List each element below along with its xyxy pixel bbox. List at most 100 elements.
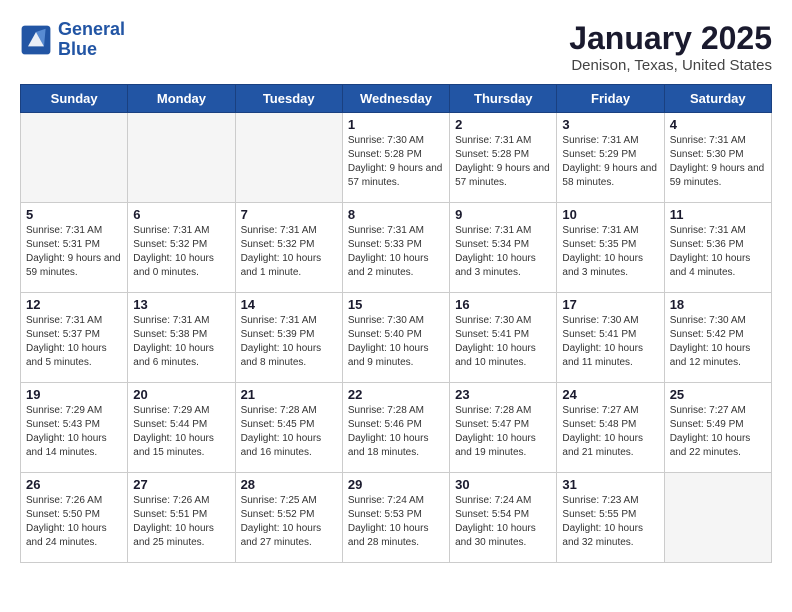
day-cell: 29 Sunrise: 7:24 AM Sunset: 5:53 PM Dayli… bbox=[342, 473, 449, 563]
day-info: Sunrise: 7:28 AM Sunset: 5:45 PM Dayligh… bbox=[241, 404, 337, 460]
day-number: 26 bbox=[26, 477, 122, 492]
day-info: Sunrise: 7:31 AM Sunset: 5:32 PM Dayligh… bbox=[241, 224, 337, 280]
week-row-1: 1 Sunrise: 7:30 AM Sunset: 5:28 PM Daylig… bbox=[21, 113, 772, 203]
logo-text: General Blue bbox=[58, 20, 125, 60]
day-info: Sunrise: 7:31 AM Sunset: 5:37 PM Dayligh… bbox=[26, 314, 122, 370]
day-cell bbox=[235, 113, 342, 203]
day-cell: 11 Sunrise: 7:31 AM Sunset: 5:36 PM Dayli… bbox=[664, 203, 771, 293]
day-number: 10 bbox=[562, 207, 658, 222]
day-cell: 16Sunrise: 7:30 AM Sunset: 5:41 PM Dayli… bbox=[450, 293, 557, 383]
week-row-5: 26Sunrise: 7:26 AM Sunset: 5:50 PM Dayli… bbox=[21, 473, 772, 563]
day-cell bbox=[128, 113, 235, 203]
day-number: 8 bbox=[348, 207, 444, 222]
day-info: Sunrise: 7:31 AM Sunset: 5:30 PM Dayligh… bbox=[670, 134, 766, 190]
logo: General Blue bbox=[20, 20, 125, 60]
logo-icon bbox=[20, 24, 52, 56]
day-cell: 19 Sunrise: 7:29 AM Sunset: 5:43 PM Dayli… bbox=[21, 383, 128, 473]
day-info: Sunrise: 7:25 AM Sunset: 5:52 PM Dayligh… bbox=[241, 494, 337, 550]
title-block: January 2025 Denison, Texas, United Stat… bbox=[569, 20, 772, 74]
day-cell: 3 Sunrise: 7:31 AM Sunset: 5:29 PM Daylig… bbox=[557, 113, 664, 203]
day-cell: 15Sunrise: 7:30 AM Sunset: 5:40 PM Dayli… bbox=[342, 293, 449, 383]
day-number: 20 bbox=[133, 387, 229, 402]
day-info: Sunrise: 7:31 AM Sunset: 5:33 PM Dayligh… bbox=[348, 224, 444, 280]
day-info: Sunrise: 7:31 AM Sunset: 5:29 PM Dayligh… bbox=[562, 134, 658, 190]
day-cell: 26Sunrise: 7:26 AM Sunset: 5:50 PM Dayli… bbox=[21, 473, 128, 563]
day-cell: 5Sunrise: 7:31 AM Sunset: 5:31 PM Daylig… bbox=[21, 203, 128, 293]
day-cell: 30 Sunrise: 7:24 AM Sunset: 5:54 PM Dayli… bbox=[450, 473, 557, 563]
day-number: 22 bbox=[348, 387, 444, 402]
day-info: Sunrise: 7:27 AM Sunset: 5:48 PM Dayligh… bbox=[562, 404, 658, 460]
day-info: Sunrise: 7:31 AM Sunset: 5:39 PM Dayligh… bbox=[241, 314, 337, 370]
week-row-4: 19 Sunrise: 7:29 AM Sunset: 5:43 PM Dayli… bbox=[21, 383, 772, 473]
day-info: Sunrise: 7:23 AM Sunset: 5:55 PM Dayligh… bbox=[562, 494, 658, 550]
day-header-friday: Friday bbox=[557, 85, 664, 113]
day-number: 2 bbox=[455, 117, 551, 132]
day-cell: 28 Sunrise: 7:25 AM Sunset: 5:52 PM Dayli… bbox=[235, 473, 342, 563]
day-info: Sunrise: 7:31 AM Sunset: 5:35 PM Dayligh… bbox=[562, 224, 658, 280]
day-cell: 23Sunrise: 7:28 AM Sunset: 5:47 PM Dayli… bbox=[450, 383, 557, 473]
day-number: 21 bbox=[241, 387, 337, 402]
day-number: 30 bbox=[455, 477, 551, 492]
day-number: 19 bbox=[26, 387, 122, 402]
day-cell: 20Sunrise: 7:29 AM Sunset: 5:44 PM Dayli… bbox=[128, 383, 235, 473]
logo-line1: General bbox=[58, 19, 125, 39]
day-number: 12 bbox=[26, 297, 122, 312]
day-cell: 31Sunrise: 7:23 AM Sunset: 5:55 PM Dayli… bbox=[557, 473, 664, 563]
day-number: 23 bbox=[455, 387, 551, 402]
day-info: Sunrise: 7:27 AM Sunset: 5:49 PM Dayligh… bbox=[670, 404, 766, 460]
day-header-wednesday: Wednesday bbox=[342, 85, 449, 113]
day-cell: 18 Sunrise: 7:30 AM Sunset: 5:42 PM Dayli… bbox=[664, 293, 771, 383]
day-number: 3 bbox=[562, 117, 658, 132]
day-cell: 13Sunrise: 7:31 AM Sunset: 5:38 PM Dayli… bbox=[128, 293, 235, 383]
day-header-thursday: Thursday bbox=[450, 85, 557, 113]
calendar-subtitle: Denison, Texas, United States bbox=[569, 57, 772, 74]
calendar-table: SundayMondayTuesdayWednesdayThursdayFrid… bbox=[20, 84, 772, 563]
day-info: Sunrise: 7:24 AM Sunset: 5:54 PM Dayligh… bbox=[455, 494, 551, 550]
day-header-saturday: Saturday bbox=[664, 85, 771, 113]
days-header-row: SundayMondayTuesdayWednesdayThursdayFrid… bbox=[21, 85, 772, 113]
day-number: 17 bbox=[562, 297, 658, 312]
day-info: Sunrise: 7:28 AM Sunset: 5:46 PM Dayligh… bbox=[348, 404, 444, 460]
day-cell: 1 Sunrise: 7:30 AM Sunset: 5:28 PM Daylig… bbox=[342, 113, 449, 203]
day-number: 1 bbox=[348, 117, 444, 132]
day-cell: 22 Sunrise: 7:28 AM Sunset: 5:46 PM Dayli… bbox=[342, 383, 449, 473]
day-info: Sunrise: 7:26 AM Sunset: 5:51 PM Dayligh… bbox=[133, 494, 229, 550]
day-info: Sunrise: 7:30 AM Sunset: 5:42 PM Dayligh… bbox=[670, 314, 766, 370]
day-cell bbox=[664, 473, 771, 563]
day-info: Sunrise: 7:31 AM Sunset: 5:34 PM Dayligh… bbox=[455, 224, 551, 280]
day-cell: 7 Sunrise: 7:31 AM Sunset: 5:32 PM Daylig… bbox=[235, 203, 342, 293]
day-cell: 25 Sunrise: 7:27 AM Sunset: 5:49 PM Dayli… bbox=[664, 383, 771, 473]
day-number: 5 bbox=[26, 207, 122, 222]
day-info: Sunrise: 7:30 AM Sunset: 5:40 PM Dayligh… bbox=[348, 314, 444, 370]
page-header: General Blue January 2025 Denison, Texas… bbox=[20, 20, 772, 74]
day-cell: 8 Sunrise: 7:31 AM Sunset: 5:33 PM Daylig… bbox=[342, 203, 449, 293]
day-info: Sunrise: 7:31 AM Sunset: 5:38 PM Dayligh… bbox=[133, 314, 229, 370]
day-header-tuesday: Tuesday bbox=[235, 85, 342, 113]
day-cell: 6 Sunrise: 7:31 AM Sunset: 5:32 PM Daylig… bbox=[128, 203, 235, 293]
day-cell: 24 Sunrise: 7:27 AM Sunset: 5:48 PM Dayli… bbox=[557, 383, 664, 473]
day-cell: 17 Sunrise: 7:30 AM Sunset: 5:41 PM Dayli… bbox=[557, 293, 664, 383]
day-number: 28 bbox=[241, 477, 337, 492]
day-cell: 10 Sunrise: 7:31 AM Sunset: 5:35 PM Dayli… bbox=[557, 203, 664, 293]
day-info: Sunrise: 7:31 AM Sunset: 5:32 PM Dayligh… bbox=[133, 224, 229, 280]
week-row-3: 12 Sunrise: 7:31 AM Sunset: 5:37 PM Dayli… bbox=[21, 293, 772, 383]
day-number: 7 bbox=[241, 207, 337, 222]
day-header-sunday: Sunday bbox=[21, 85, 128, 113]
day-cell: 14 Sunrise: 7:31 AM Sunset: 5:39 PM Dayli… bbox=[235, 293, 342, 383]
calendar-title: January 2025 bbox=[569, 20, 772, 57]
day-number: 18 bbox=[670, 297, 766, 312]
day-number: 14 bbox=[241, 297, 337, 312]
day-info: Sunrise: 7:30 AM Sunset: 5:28 PM Dayligh… bbox=[348, 134, 444, 190]
day-number: 25 bbox=[670, 387, 766, 402]
day-number: 6 bbox=[133, 207, 229, 222]
day-number: 29 bbox=[348, 477, 444, 492]
day-info: Sunrise: 7:31 AM Sunset: 5:36 PM Dayligh… bbox=[670, 224, 766, 280]
day-info: Sunrise: 7:24 AM Sunset: 5:53 PM Dayligh… bbox=[348, 494, 444, 550]
day-number: 11 bbox=[670, 207, 766, 222]
day-number: 24 bbox=[562, 387, 658, 402]
day-cell: 9 Sunrise: 7:31 AM Sunset: 5:34 PM Daylig… bbox=[450, 203, 557, 293]
day-info: Sunrise: 7:29 AM Sunset: 5:43 PM Dayligh… bbox=[26, 404, 122, 460]
day-number: 9 bbox=[455, 207, 551, 222]
day-header-monday: Monday bbox=[128, 85, 235, 113]
day-info: Sunrise: 7:30 AM Sunset: 5:41 PM Dayligh… bbox=[562, 314, 658, 370]
